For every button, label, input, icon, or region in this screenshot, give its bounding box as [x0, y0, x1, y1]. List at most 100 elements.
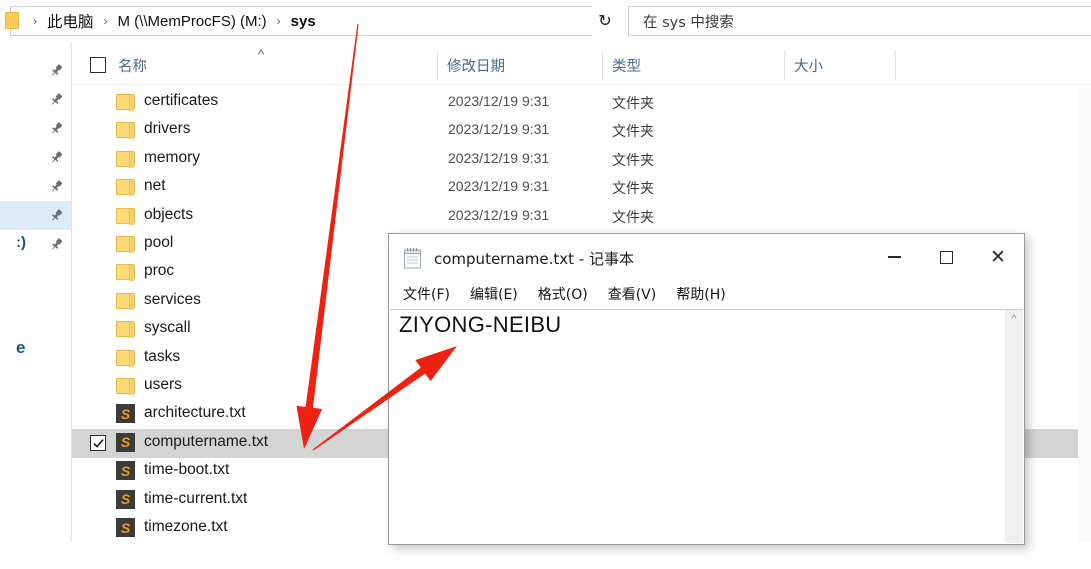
header-divider	[72, 84, 1091, 85]
file-type: 文件夹	[612, 152, 654, 169]
file-name: memory	[144, 148, 200, 166]
column-header-size[interactable]: 大小	[794, 55, 823, 76]
screen-root: › 此电脑 › M (\\MemProcFS) (M:) › sys ⌄ ↻ 在…	[0, 0, 1091, 569]
sidebar-item-4[interactable]	[0, 172, 72, 201]
breadcrumb: › 此电脑 › M (\\MemProcFS) (M:) › sys	[11, 10, 318, 32]
table-row[interactable]: memory 2023/12/19 9:31 文件夹	[72, 145, 1091, 174]
file-name: computername.txt	[144, 432, 269, 450]
menu-item-file[interactable]: 文件(F)	[403, 284, 450, 304]
file-modified-date: 2023/12/19 9:31	[448, 93, 550, 109]
edge-browser-icon: e	[16, 338, 26, 357]
folder-icon	[116, 349, 135, 367]
file-name: tasks	[144, 347, 181, 365]
file-name: objects	[144, 205, 194, 223]
breadcrumb-item-sys[interactable]: sys	[289, 13, 318, 30]
breadcrumb-separator: ›	[103, 14, 108, 28]
column-divider[interactable]	[784, 50, 785, 80]
folder-icon	[116, 292, 135, 310]
column-divider[interactable]	[437, 50, 438, 80]
file-name: syscall	[144, 319, 191, 337]
sidebar-item-5[interactable]	[0, 201, 72, 230]
notepad-title-text: computername.txt - 记事本	[434, 250, 634, 268]
file-type: 文件夹	[612, 181, 654, 198]
sidebar-item-1[interactable]	[0, 85, 72, 114]
refresh-icon[interactable]: ↻	[592, 6, 618, 36]
notepad-window-controls: ✕	[868, 234, 1024, 280]
folder-icon	[116, 263, 135, 282]
pin-icon	[52, 180, 63, 192]
file-name: time-boot.txt	[144, 461, 230, 479]
file-name: timezone.txt	[144, 518, 228, 535]
sublime-text-file-icon: S	[116, 461, 135, 481]
file-modified-date: 2023/12/19 9:31	[448, 206, 550, 223]
folder-icon	[5, 12, 19, 29]
table-row[interactable]: objects 2023/12/19 9:31 文件夹	[72, 202, 1091, 231]
pin-icon	[52, 64, 63, 76]
sublime-text-file-icon: S	[116, 489, 135, 509]
breadcrumb-item-this-pc[interactable]: 此电脑	[45, 10, 96, 32]
sublime-text-file-icon: S	[116, 404, 135, 424]
menu-item-help[interactable]: 帮助(H)	[676, 284, 725, 304]
folder-icon	[116, 320, 135, 339]
close-button[interactable]: ✕	[972, 234, 1024, 280]
file-name: services	[144, 290, 201, 308]
minimize-icon	[887, 256, 901, 258]
file-name: time-current.txt	[144, 489, 248, 507]
column-header-bar: 名称 修改日期 类型 大小	[72, 46, 1091, 84]
folder-icon	[116, 93, 135, 111]
breadcrumb-separator: ›	[33, 14, 37, 28]
scroll-up-icon[interactable]: ^	[1005, 313, 1023, 325]
file-list-scrollbar[interactable]	[1078, 88, 1091, 542]
file-name: architecture.txt	[144, 404, 246, 422]
notepad-icon	[404, 248, 421, 269]
folder-icon	[116, 235, 135, 253]
folder-icon	[116, 377, 135, 395]
folder-icon	[116, 121, 135, 140]
column-header-date[interactable]: 修改日期	[447, 55, 505, 76]
sublime-text-file-icon: S	[116, 432, 135, 452]
notepad-window[interactable]: computername.txt - 记事本 ✕ 文件(F) 编辑(E) 格式(…	[388, 233, 1025, 545]
select-all-checkbox[interactable]	[90, 57, 106, 73]
column-divider[interactable]	[602, 50, 603, 80]
navigation-sidebar: :) e	[0, 42, 72, 542]
maximize-icon	[939, 250, 953, 264]
notepad-text-area[interactable]: ZIYONG-NEIBU ^	[390, 309, 1023, 543]
breadcrumb-separator: ›	[276, 14, 281, 28]
folder-icon	[116, 178, 135, 197]
sidebar-item-2[interactable]	[0, 114, 72, 143]
menu-item-edit[interactable]: 编辑(E)	[470, 284, 518, 304]
sidebar-item-6[interactable]: :)	[0, 230, 72, 259]
pin-icon	[52, 122, 63, 134]
sort-ascending-icon: ^	[258, 47, 265, 62]
table-row[interactable]: drivers 2023/12/19 9:31 文件夹	[72, 116, 1091, 145]
file-name: pool	[144, 234, 174, 251]
menu-item-view[interactable]: 查看(V)	[608, 284, 657, 304]
folder-icon	[116, 150, 135, 168]
notepad-menubar: 文件(F) 编辑(E) 格式(O) 查看(V) 帮助(H)	[389, 280, 1024, 308]
notepad-scrollbar[interactable]: ^	[1005, 310, 1023, 543]
notepad-titlebar[interactable]: computername.txt - 记事本 ✕	[389, 234, 1024, 280]
table-row[interactable]: certificates 2023/12/19 9:31 文件夹	[72, 88, 1091, 117]
sidebar-item-0[interactable]	[0, 56, 72, 85]
menu-item-format[interactable]: 格式(O)	[538, 284, 588, 304]
file-modified-date: 2023/12/19 9:31	[448, 178, 550, 195]
folder-icon	[116, 207, 135, 225]
column-header-name[interactable]: 名称	[118, 55, 147, 76]
minimize-button[interactable]	[868, 234, 920, 280]
breadcrumb-item-drive[interactable]: M (\\MemProcFS) (M:)	[116, 13, 269, 30]
sidebar-item-3[interactable]	[0, 143, 72, 172]
file-modified-date: 2023/12/19 9:31	[448, 121, 550, 138]
table-row[interactable]: net 2023/12/19 9:31 文件夹	[72, 173, 1091, 202]
sidebar-item-7[interactable]: e	[0, 334, 72, 363]
search-input[interactable]: 在 sys 中搜索	[628, 6, 1091, 36]
row-checkbox[interactable]	[90, 434, 106, 451]
address-bar[interactable]: › 此电脑 › M (\\MemProcFS) (M:) › sys ⌄	[5, 6, 615, 36]
maximize-button[interactable]	[920, 234, 972, 280]
column-header-type[interactable]: 类型	[612, 55, 641, 76]
address-bar-row: › 此电脑 › M (\\MemProcFS) (M:) › sys ⌄ ↻ 在…	[0, 0, 1091, 42]
file-type: 文件夹	[612, 96, 654, 112]
pin-icon	[52, 238, 63, 250]
file-type: 文件夹	[612, 209, 654, 226]
column-divider[interactable]	[895, 50, 896, 80]
file-name: certificates	[144, 92, 219, 109]
